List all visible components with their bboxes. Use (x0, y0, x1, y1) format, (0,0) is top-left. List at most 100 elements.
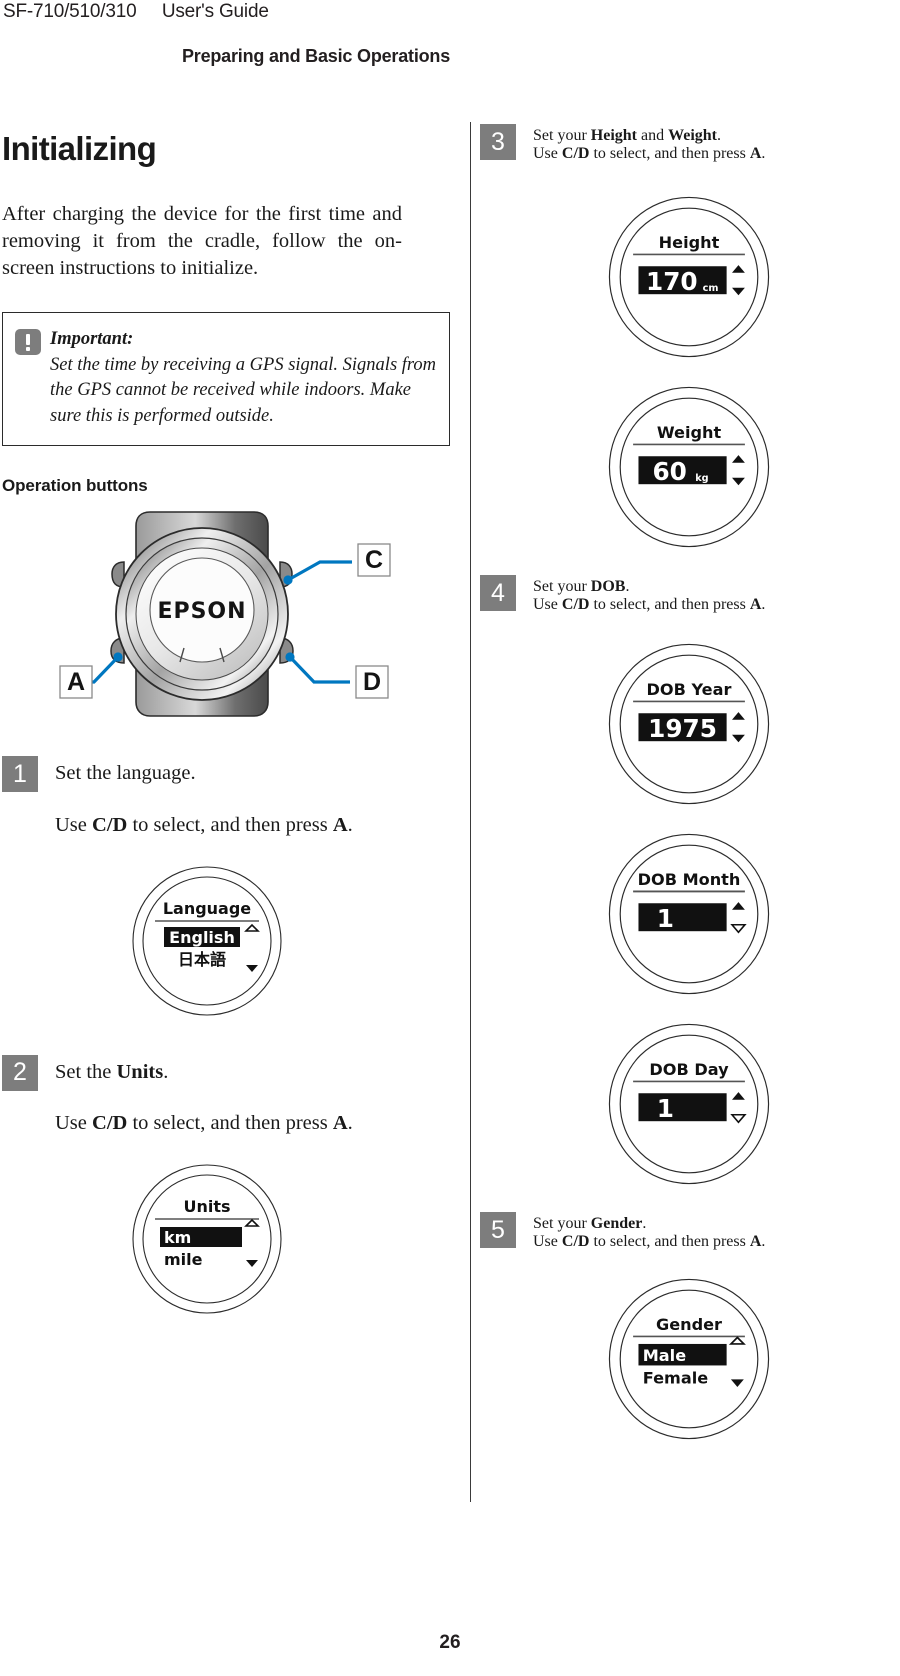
step-lead: Set your Height and Weight. (533, 127, 765, 145)
manual-page: SF-710/510/310 User's Guide Preparing an… (0, 0, 900, 1676)
lcd-units-svg: Units km mile (132, 1164, 282, 1314)
screenshot-height: Height 170 cm (480, 191, 898, 363)
watch-diagram: EPSON C A D (2, 510, 402, 722)
lcd-title: Language (163, 899, 251, 918)
button-ref-cd: C/D (561, 596, 590, 613)
step-number: 2 (2, 1054, 38, 1091)
step-lead: Set the language. (55, 760, 353, 787)
step-lead-mid: and (637, 127, 669, 144)
instruction-part: Use (533, 1233, 562, 1250)
screenshot-dob-year: DOB Year 1975 (480, 638, 898, 810)
lcd-option-selected: English (169, 928, 235, 947)
lcd-option: Female (643, 1369, 708, 1388)
button-ref-cd: C/D (561, 1233, 590, 1250)
step-lead-text: Set your (533, 1215, 591, 1232)
instruction-part: Use (55, 814, 93, 837)
lcd-option: 日本語 (178, 950, 226, 969)
svg-text:A: A (67, 668, 85, 696)
step-content: Set your Height and Weight. Use C/D to s… (533, 124, 765, 163)
button-ref-cd: C/D (92, 1112, 128, 1135)
lcd-value: 170 (646, 267, 698, 296)
lcd-unit: kg (695, 473, 708, 484)
section-title: Preparing and Basic Operations (181, 46, 451, 66)
step-content: Set your Gender. Use C/D to select, and … (533, 1212, 765, 1251)
instruction-part: to select, and then press (589, 1233, 750, 1250)
lcd-language-svg: Language English 日本語 (132, 866, 282, 1016)
page-title: Initializing (2, 130, 157, 167)
lcd-option-selected: Male (643, 1346, 686, 1365)
step-instruction: Use C/D to select, and then press A. (55, 1110, 353, 1137)
lcd-title: DOB Year (647, 680, 732, 699)
button-ref-a: A (332, 1112, 348, 1135)
lcd-value: 1975 (648, 714, 717, 743)
screenshot-dob-month: DOB Month 1 (480, 828, 898, 1000)
lcd-title: Weight (657, 423, 722, 442)
instruction-part: . (347, 1112, 353, 1135)
screenshot-units: Units km mile (2, 1159, 402, 1319)
instruction-part: . (761, 596, 766, 613)
lcd-dob-month-svg: DOB Month 1 (608, 833, 770, 995)
lcd-weight-svg: Weight 60 kg (608, 386, 770, 548)
svg-text:EPSON: EPSON (157, 599, 246, 624)
svg-text:C: C (365, 546, 383, 574)
lcd-title: DOB Day (649, 1060, 729, 1079)
svg-text:D: D (363, 668, 381, 696)
page-number: 26 (439, 1632, 461, 1653)
step-number: 3 (480, 124, 516, 160)
product-model-title: SF-710/510/310 User's Guide (3, 1, 269, 22)
step-content: Set the language. Use C/D to select, and… (55, 756, 353, 838)
step-lead-end: . (717, 127, 721, 144)
running-header: SF-710/510/310 User's Guide Preparing an… (0, 0, 900, 92)
important-note-text: Set the time by receiving a GPS signal. … (50, 354, 437, 426)
screenshot-weight: Weight 60 kg (480, 381, 898, 553)
step-content: Set the Units. Use C/D to select, and th… (55, 1055, 353, 1137)
operation-buttons-heading: Operation buttons (2, 476, 148, 496)
setting-name-gender: Gender (590, 1215, 643, 1232)
step-lead-text: Set the language. (55, 762, 196, 785)
button-ref-a: A (749, 145, 762, 162)
instruction-part: to select, and then press (127, 1112, 333, 1135)
screenshot-language: Language English 日本語 (2, 861, 402, 1021)
button-ref-cd: C/D (561, 145, 590, 162)
step-lead-end: . (642, 1215, 647, 1232)
callout-line-d (285, 652, 350, 685)
step-lead: Set your Gender. (533, 1215, 765, 1233)
button-ref-a: A (332, 814, 348, 837)
step-5: 5 Set your Gender. Use C/D to select, an… (480, 1212, 898, 1251)
step-lead-text: Set your (533, 578, 591, 595)
instruction-part: to select, and then press (127, 814, 333, 837)
step-number: 1 (2, 756, 38, 793)
step-1: 1 Set the language. Use C/D to select, a… (2, 756, 402, 838)
lcd-value: 1 (657, 904, 674, 933)
step-lead: Set the Units. (55, 1059, 353, 1086)
lcd-gender-svg: Gender Male Female (608, 1278, 770, 1440)
step-content: Set your DOB. Use C/D to select, and the… (533, 575, 765, 614)
lcd-unit: cm (703, 283, 719, 294)
intro-paragraph: After charging the device for the first … (2, 202, 402, 280)
step-4: 4 Set your DOB. Use C/D to select, and t… (480, 575, 898, 614)
step-lead-end: . (163, 1060, 169, 1083)
instruction-part: Use (55, 1112, 93, 1135)
lcd-title: DOB Month (638, 870, 741, 889)
step-number: 4 (480, 575, 516, 611)
lcd-dob-year-svg: DOB Year 1975 (608, 643, 770, 805)
step-lead: Set your DOB. (533, 578, 765, 596)
lcd-value: 1 (657, 1094, 674, 1123)
left-column: Initializing After charging the device f… (2, 120, 450, 1319)
setting-name-height: Height (590, 127, 637, 144)
instruction-part: . (761, 145, 766, 162)
instruction-part: . (761, 1233, 766, 1250)
callout-line-c (283, 560, 352, 586)
step-2: 2 Set the Units. Use C/D to select, and … (2, 1054, 402, 1137)
lcd-title: Gender (656, 1315, 722, 1334)
lcd-value: 60 (652, 457, 686, 486)
right-column: 3 Set your Height and Weight. Use C/D to… (480, 120, 898, 1445)
important-note-title: Important: (50, 329, 134, 350)
screenshot-dob-day: DOB Day 1 (480, 1018, 898, 1190)
step-instruction: Use C/D to select, and then press A. (55, 812, 353, 839)
button-ref-a: A (749, 1233, 762, 1250)
instruction-part: Use (533, 596, 562, 613)
step-lead-end: . (625, 578, 630, 595)
instruction-part: . (347, 814, 353, 837)
lcd-option: mile (164, 1250, 203, 1269)
